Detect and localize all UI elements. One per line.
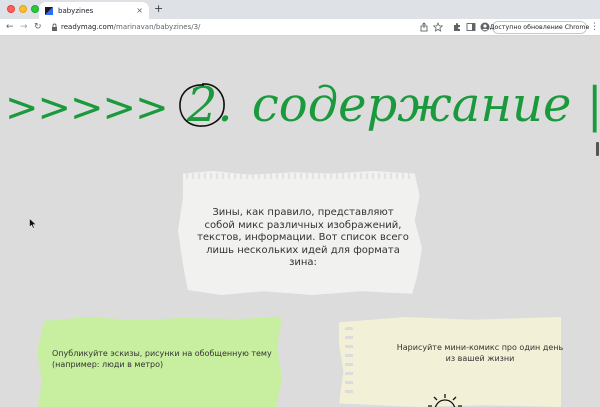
heading-number-badge: 2. [179,79,237,131]
forward-button[interactable]: → [20,21,28,34]
browser-toolbar: ← → ↻ readymag.com/marinavan/babyzines/3… [0,19,600,36]
heading-title: содержание | вид [251,77,600,133]
new-tab-button[interactable]: + [154,3,163,15]
maximize-window-button[interactable] [31,5,39,13]
share-icon[interactable] [419,22,429,32]
page-canvas: >>>>> 2. содержание | вид Зины, как прав… [0,37,600,407]
scroll-indicator[interactable] [596,142,599,156]
mouse-cursor-icon [29,218,37,229]
lock-icon[interactable] [51,22,58,33]
side-panel-icon[interactable] [466,22,476,32]
sun-doodle-icon [428,394,462,407]
reload-button[interactable]: ↻ [34,21,42,34]
bookmark-star-icon[interactable] [433,22,443,32]
intro-text: Зины, как правило, представляют собой ми… [197,207,409,268]
profile-avatar-icon[interactable] [480,22,490,32]
idea-text: Нарисуйте мини-комикс про один день из в… [396,343,564,363]
url-path: /marinavan/babyzines/3/ [113,23,201,31]
chrome-menu-icon[interactable]: ⋮ [590,22,599,33]
tab-title: babyzines [58,6,94,15]
section-heading: >>>>> 2. содержание | вид [5,79,600,134]
site-favicon-icon [45,6,53,15]
close-tab-icon[interactable]: × [136,6,143,15]
chrome-update-button[interactable]: Доступно обновление Chrome [490,21,589,34]
idea-text: Опубликуйте эскизы, рисунки на обобщенну… [52,349,272,369]
heading-arrows: >>>>> [5,85,169,131]
address-bar[interactable]: readymag.com/marinavan/babyzines/3/ [61,22,200,33]
browser-tab-bar: babyzines × + [0,0,600,19]
close-window-button[interactable] [7,5,15,13]
notebook-holes [345,327,353,399]
perforation-edge [186,173,414,179]
back-button[interactable]: ← [6,21,14,34]
hand-drawn-circle-icon [179,83,225,127]
extensions-puzzle-icon[interactable] [452,22,462,32]
url-host: readymag.com [61,23,114,31]
minimize-window-button[interactable] [19,5,27,13]
browser-tab[interactable]: babyzines × [39,2,149,19]
